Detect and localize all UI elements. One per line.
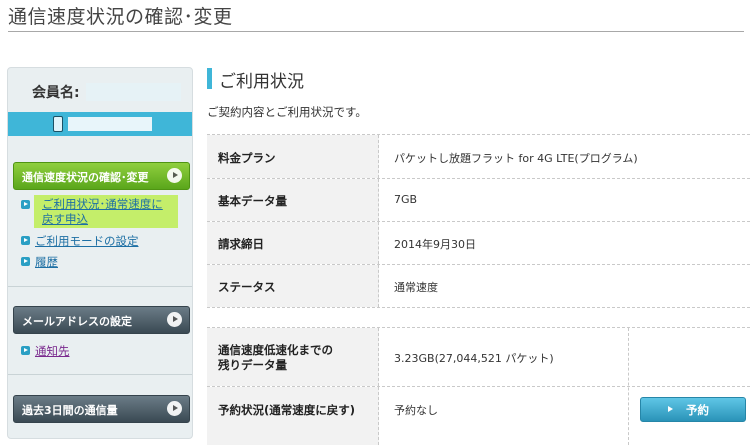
phone-number-bar (8, 112, 192, 136)
row-header: 請求締日 (207, 222, 379, 264)
arrow-right-icon (167, 401, 182, 416)
bullet-arrow-icon (21, 257, 30, 266)
table-row: 請求締日 2014年9月30日 (207, 222, 750, 265)
section-title: ご利用状況 (219, 72, 304, 92)
row-value: 2014年9月30日 (394, 238, 476, 251)
phone-number-redacted (68, 117, 152, 131)
menu-three-day-usage-label: 過去3日間の通信量 (22, 404, 118, 417)
sidebar-item-usage-mode-label: ご利用モードの設定 (35, 234, 139, 248)
table-column-divider (628, 328, 629, 445)
section-accent-bar (207, 68, 212, 89)
row-label: 通信速度低速化までの 残りデータ量 (218, 343, 333, 372)
sidebar-item-notify-label: 通知先 (35, 344, 70, 358)
sidebar-divider (8, 286, 192, 287)
table-row: 料金プラン パケットし放題フラット for 4G LTE(プログラム) (207, 135, 750, 179)
member-name-redacted (86, 83, 181, 101)
sidebar: 会員名: 通信速度状況の確認･変更 ご利用状況･通常速度に 戻す申込 ご利用モー… (7, 67, 193, 439)
intro-text: ご契約内容とご利用状況です。 (207, 105, 367, 119)
sidebar-item-usage-status-label: ご利用状況･通常速度に 戻す申込 (42, 197, 163, 226)
arrow-right-icon (167, 312, 182, 327)
row-header: 予約状況(通常速度に戻す) (207, 387, 379, 445)
row-label: ステータス (218, 280, 276, 294)
menu-email-settings-button[interactable]: メールアドレスの設定 (13, 306, 190, 334)
bullet-arrow-icon (21, 236, 30, 245)
title-divider (8, 31, 744, 32)
row-value: 7GB (394, 193, 418, 206)
table-row: 基本データ量 7GB (207, 179, 750, 222)
row-header: ステータス (207, 265, 379, 307)
menu-speed-status-label: 通信速度状況の確認･変更 (22, 171, 149, 184)
bullet-arrow-icon (21, 346, 30, 355)
row-value: パケットし放題フラット for 4G LTE(プログラム) (394, 152, 638, 165)
sidebar-item-history-label: 履歴 (35, 255, 58, 269)
row-label: 料金プラン (218, 151, 276, 165)
sidebar-divider (8, 374, 192, 375)
reserve-button[interactable]: 予約 (640, 397, 746, 422)
menu-three-day-usage-button[interactable]: 過去3日間の通信量 (13, 395, 190, 423)
bullet-arrow-icon (21, 200, 30, 209)
row-header: 料金プラン (207, 135, 379, 178)
menu-speed-status-button[interactable]: 通信速度状況の確認･変更 (13, 162, 190, 190)
row-value: 通常速度 (394, 281, 438, 294)
row-label: 基本データ量 (218, 194, 287, 208)
play-arrow-icon (668, 406, 673, 412)
table-row: ステータス 通常速度 (207, 265, 750, 308)
row-label: 予約状況(通常速度に戻す) (218, 403, 356, 417)
menu-email-settings-label: メールアドレスの設定 (22, 315, 132, 328)
row-header: 基本データ量 (207, 179, 379, 221)
row-label: 請求締日 (218, 237, 264, 251)
table-row: 通信速度低速化までの 残りデータ量 3.23GB(27,044,521 パケット… (207, 328, 750, 387)
page-title: 通信速度状況の確認･変更 (8, 6, 233, 28)
arrow-right-icon (167, 168, 182, 183)
member-name-label: 会員名: (32, 85, 80, 101)
row-value: 3.23GB(27,044,521 パケット) (394, 352, 554, 365)
reserve-button-label: 予約 (686, 403, 709, 417)
member-row: 会員名: (8, 81, 192, 103)
row-header: 通信速度低速化までの 残りデータ量 (207, 328, 379, 386)
sidebar-item-active-highlight[interactable]: ご利用状況･通常速度に 戻す申込 (34, 195, 178, 228)
row-value: 予約なし (394, 404, 438, 417)
mobile-phone-icon (53, 116, 63, 132)
